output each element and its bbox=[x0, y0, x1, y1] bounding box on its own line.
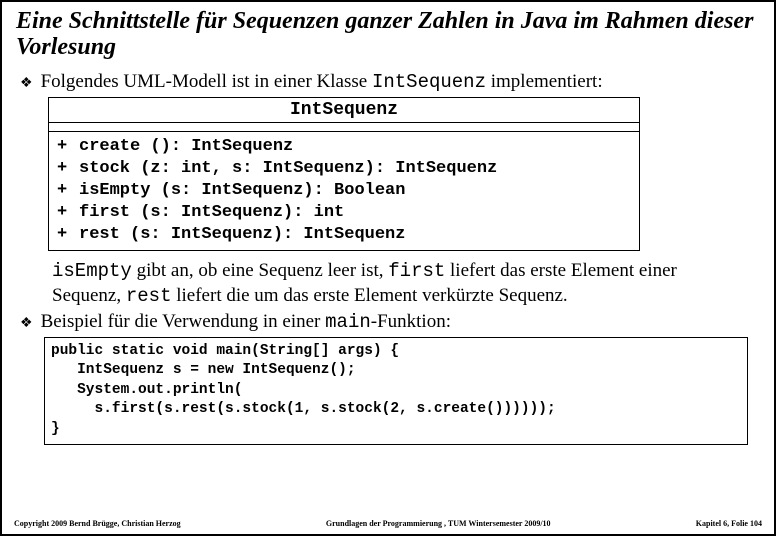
op-visibility: + bbox=[57, 224, 79, 246]
code-line: } bbox=[51, 421, 60, 437]
code-example: public static void main(String[] args) {… bbox=[44, 337, 748, 445]
bullet-example: ❖ Beispiel für die Verwendung in einer m… bbox=[20, 311, 760, 333]
bullet-icon: ❖ bbox=[20, 75, 33, 92]
op-visibility: + bbox=[57, 158, 79, 180]
uml-class-name: IntSequenz bbox=[49, 98, 639, 123]
footer-copyright: Copyright 2009 Bernd Brügge, Christian H… bbox=[14, 519, 181, 528]
slide-title: Eine Schnittstelle für Sequenzen ganzer … bbox=[2, 2, 774, 65]
uml-op: +first (s: IntSequenz): int bbox=[57, 202, 631, 224]
example-code: main bbox=[325, 311, 371, 333]
intro-text: Folgendes UML-Modell ist in einer Klasse… bbox=[41, 71, 603, 93]
intro-code: IntSequenz bbox=[372, 71, 486, 93]
uml-class-box: IntSequenz +create (): IntSequenz +stock… bbox=[48, 97, 640, 251]
description: isEmpty gibt an, ob eine Sequenz leer is… bbox=[52, 259, 748, 309]
op-visibility: + bbox=[57, 180, 79, 202]
desc-code-rest: rest bbox=[126, 285, 172, 307]
desc-code-first: first bbox=[388, 260, 445, 282]
op-visibility: + bbox=[57, 136, 79, 158]
uml-op: +rest (s: IntSequenz): IntSequenz bbox=[57, 224, 631, 246]
code-line: IntSequenz s = new IntSequenz(); bbox=[51, 362, 356, 378]
op-visibility: + bbox=[57, 202, 79, 224]
op-signature: rest (s: IntSequenz): IntSequenz bbox=[79, 224, 405, 246]
uml-op: +isEmpty (s: IntSequenz): Boolean bbox=[57, 180, 631, 202]
example-text: Beispiel für die Verwendung in einer mai… bbox=[41, 311, 451, 333]
content-area: ❖ Folgendes UML-Modell ist in einer Klas… bbox=[2, 65, 774, 445]
footer: Copyright 2009 Bernd Brügge, Christian H… bbox=[2, 519, 774, 528]
desc-text: liefert die um das erste Element verkürz… bbox=[171, 285, 567, 306]
footer-course: Grundlagen der Programmierung , TUM Wint… bbox=[326, 519, 551, 528]
op-signature: first (s: IntSequenz): int bbox=[79, 202, 344, 224]
desc-code-isempty: isEmpty bbox=[52, 260, 132, 282]
intro-pre: Folgendes UML-Modell ist in einer Klasse bbox=[41, 71, 372, 92]
intro-post: implementiert: bbox=[486, 71, 603, 92]
op-signature: create (): IntSequenz bbox=[79, 136, 293, 158]
code-line: s.first(s.rest(s.stock(1, s.stock(2, s.c… bbox=[51, 401, 556, 417]
code-line: System.out.println( bbox=[51, 382, 242, 398]
bullet-intro: ❖ Folgendes UML-Modell ist in einer Klas… bbox=[20, 71, 760, 93]
example-pre: Beispiel für die Verwendung in einer bbox=[41, 311, 326, 332]
op-signature: isEmpty (s: IntSequenz): Boolean bbox=[79, 180, 405, 202]
op-signature: stock (z: int, s: IntSequenz): IntSequen… bbox=[79, 158, 497, 180]
slide: Eine Schnittstelle für Sequenzen ganzer … bbox=[0, 0, 776, 536]
uml-op: +create (): IntSequenz bbox=[57, 136, 631, 158]
uml-op: +stock (z: int, s: IntSequenz): IntSeque… bbox=[57, 158, 631, 180]
code-line: public static void main(String[] args) { bbox=[51, 343, 399, 359]
uml-attributes-empty bbox=[49, 123, 639, 132]
uml-operations: +create (): IntSequenz +stock (z: int, s… bbox=[49, 132, 639, 250]
example-post: -Funktion: bbox=[371, 311, 451, 332]
desc-text: gibt an, ob eine Sequenz leer ist, bbox=[132, 260, 388, 281]
footer-page: Kapitel 6, Folie 104 bbox=[696, 519, 762, 528]
bullet-icon: ❖ bbox=[20, 315, 33, 332]
